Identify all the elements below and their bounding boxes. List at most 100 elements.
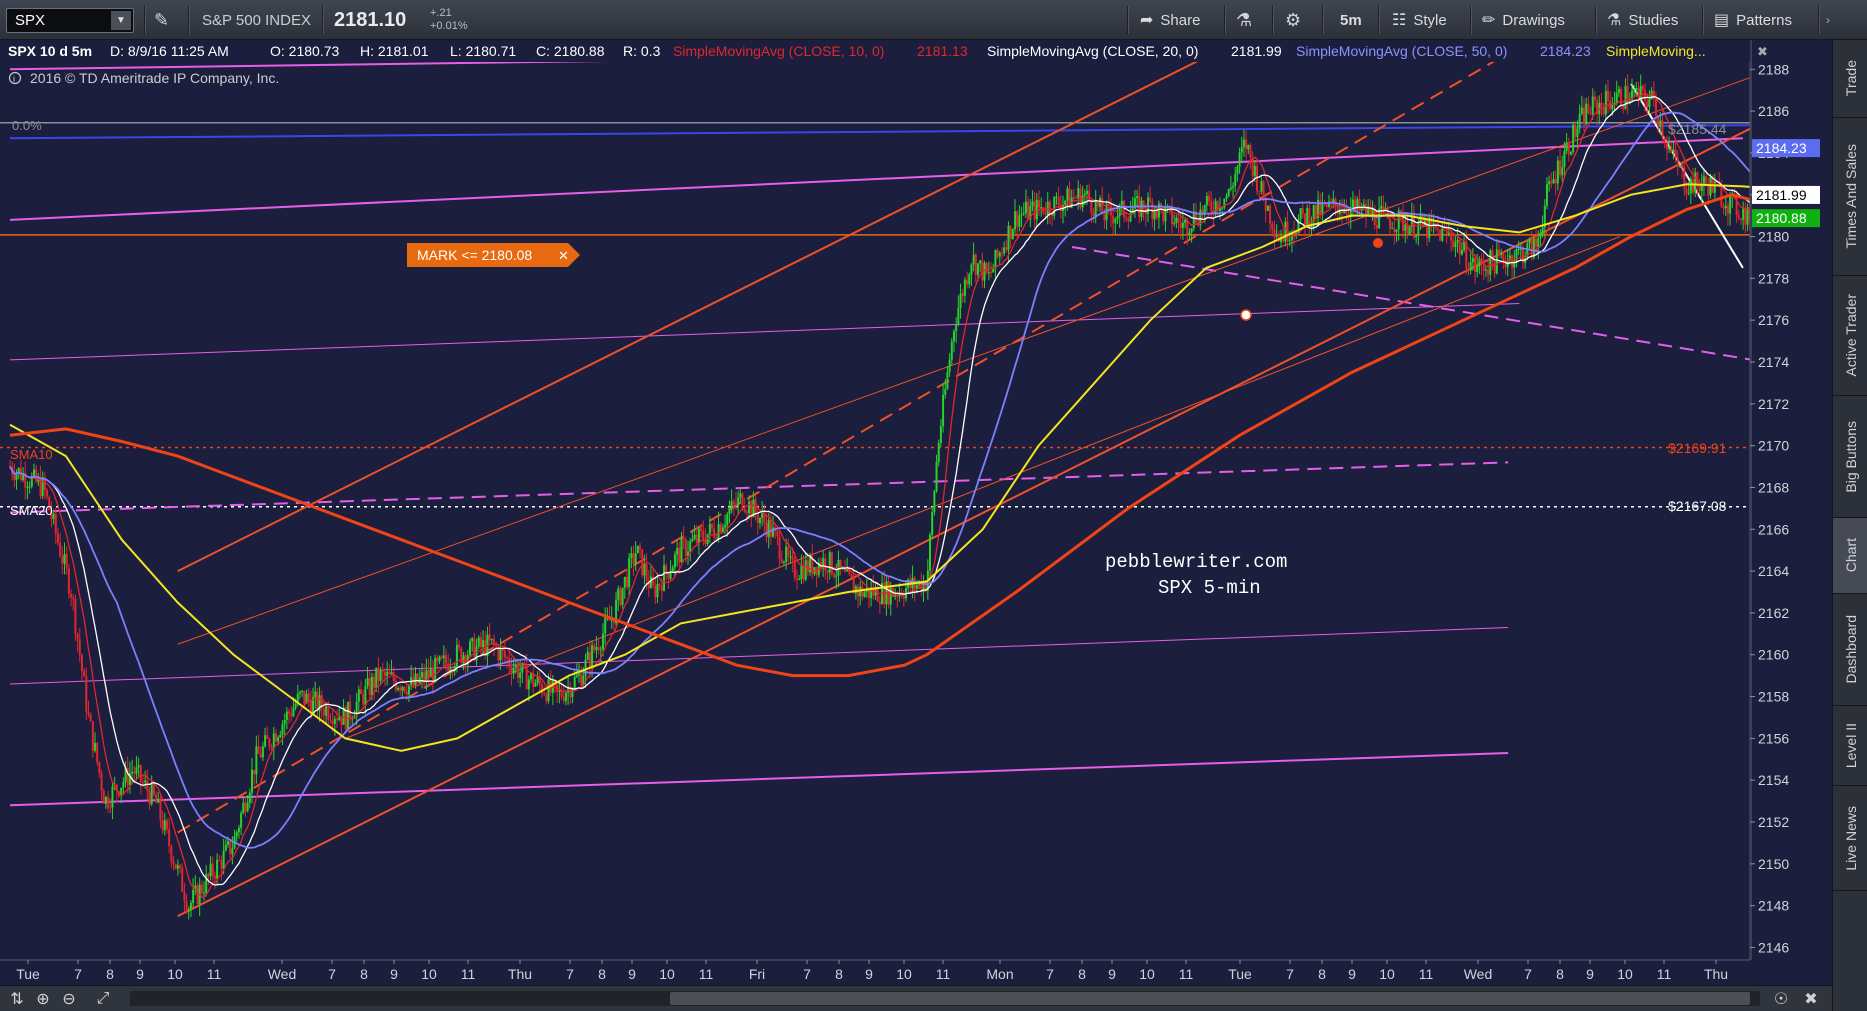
trend-handle-dot[interactable] [1240, 309, 1252, 321]
candle-body [1670, 147, 1673, 152]
share-button[interactable]: ➦ Share [1140, 0, 1200, 40]
candle-body [1471, 258, 1474, 263]
tab-big-buttons[interactable]: Big Buttons [1833, 396, 1867, 518]
candle-body [399, 688, 402, 691]
chart-canvas[interactable]: 2146214821502152215421562158216021622164… [0, 39, 1867, 985]
tab-trade[interactable]: Trade [1833, 40, 1867, 118]
candle-body [1493, 261, 1496, 274]
zoom-in-icon[interactable]: ⊕ [32, 988, 54, 1010]
tab-live-news[interactable]: Live News [1833, 786, 1867, 891]
expand-icon[interactable]: ⤢ [92, 988, 114, 1010]
flask-icon[interactable]: ⚗ [1236, 0, 1252, 40]
candle-body [224, 844, 227, 851]
candle-body [65, 554, 68, 568]
candle-body [1190, 228, 1193, 233]
candle-body [141, 782, 144, 784]
candle-body [54, 513, 57, 534]
price-chart[interactable]: 2146 2148 2150 2152 2154 2156 2158 2160 2162 2164… [0, 39, 1867, 1011]
candle-body [1033, 201, 1036, 220]
candle-body [72, 597, 75, 600]
candle-body [499, 648, 502, 661]
candle-body [1258, 191, 1261, 193]
candle-body [1415, 235, 1418, 238]
candle-body [1694, 172, 1697, 193]
link-icon[interactable]: ✎ [154, 0, 169, 40]
candle-body [91, 721, 94, 751]
x-tick-label: 7 [74, 966, 82, 982]
candle-body [1587, 103, 1590, 113]
candle-body [261, 746, 264, 758]
header-low: L: 2180.71 [450, 43, 516, 59]
candle-body [761, 513, 764, 519]
candle-body [1083, 193, 1086, 196]
candle-body [1661, 120, 1664, 138]
candle-body [440, 656, 443, 659]
index-name: S&P 500 INDEX [202, 11, 311, 29]
candle-body [397, 688, 400, 690]
watermark-site: pebblewriter.com [1105, 551, 1287, 573]
symbol-input[interactable]: SPX ▼ [6, 8, 134, 33]
candle-body [785, 546, 788, 562]
candle-body [1517, 248, 1520, 250]
tab-dashboard[interactable]: Dashboard [1833, 594, 1867, 706]
patterns-button[interactable]: ▤ Patterns [1714, 0, 1792, 40]
candle-body [207, 874, 210, 877]
candle-body [373, 676, 376, 688]
tab-times-and-sales[interactable]: Times And Sales [1833, 118, 1867, 276]
close-icon[interactable]: ✖ [1800, 988, 1822, 1010]
candle-body [1552, 179, 1555, 184]
candle-body [366, 678, 369, 687]
candle-body [564, 692, 567, 702]
watermark-desc: SPX 5-min [1158, 577, 1261, 599]
close-icon[interactable]: ✕ [558, 248, 569, 263]
candle-body [1127, 219, 1130, 222]
candle-body [665, 565, 668, 573]
x-tick-label: 8 [1078, 966, 1086, 982]
candle-body [1593, 96, 1596, 101]
candle-body [1245, 139, 1248, 150]
legend-sma10-label: SimpleMovingAvg (CLOSE, 10, 0) [673, 43, 884, 59]
header-range: R: 0.3 [623, 43, 661, 59]
tab-level-ii[interactable]: Level II [1833, 706, 1867, 786]
candle-body [859, 586, 862, 597]
zoom-out-icon[interactable]: ⊖ [58, 988, 80, 1010]
candle-body [835, 575, 838, 577]
studies-button[interactable]: ⚗ Studies [1607, 0, 1678, 40]
x-tick-label: 7 [566, 966, 574, 982]
candle-body [1513, 260, 1516, 268]
candle-body [800, 565, 803, 579]
x-tick-label: 10 [167, 966, 183, 982]
candle-body [216, 859, 219, 879]
cursor-icon[interactable]: ☉ [1770, 988, 1792, 1010]
candle-body [1208, 196, 1211, 202]
style-button[interactable]: ☷ Style [1392, 0, 1447, 40]
scrollbar-thumb[interactable] [670, 992, 1750, 1005]
candle-body [63, 554, 66, 564]
candle-body [728, 510, 731, 515]
candle-body [244, 802, 247, 812]
y-axis[interactable] [1752, 40, 1832, 985]
candle-body [1574, 124, 1577, 138]
zoom-fit-icon[interactable]: ⇅ [6, 988, 28, 1010]
drawings-button[interactable]: ✏ Drawings [1482, 0, 1565, 40]
candle-body [1572, 124, 1575, 153]
candle-body [1678, 165, 1681, 167]
candle-body [833, 573, 836, 577]
candle-body [1234, 174, 1237, 187]
toolbar-overflow-icon[interactable]: › [1826, 0, 1830, 40]
chevron-down-icon[interactable]: ▼ [111, 11, 131, 30]
x-tick-label: 9 [1348, 966, 1356, 982]
tab-chart[interactable]: Chart [1833, 518, 1867, 594]
gear-icon[interactable]: ⚙ [1285, 0, 1301, 40]
tab-active-trader[interactable]: Active Trader [1833, 276, 1867, 396]
candle-body [294, 703, 297, 708]
mark-label[interactable]: MARK <= 2180.08 ✕ [407, 243, 580, 267]
candle-body [562, 696, 565, 702]
candle-body [532, 673, 535, 687]
time-scrollbar[interactable] [130, 991, 1760, 1006]
candle-body [791, 556, 794, 561]
candle-body [1458, 240, 1461, 255]
candle-body [758, 518, 761, 524]
candle-body [1395, 229, 1398, 232]
timeframe-button[interactable]: 5m [1340, 0, 1362, 40]
